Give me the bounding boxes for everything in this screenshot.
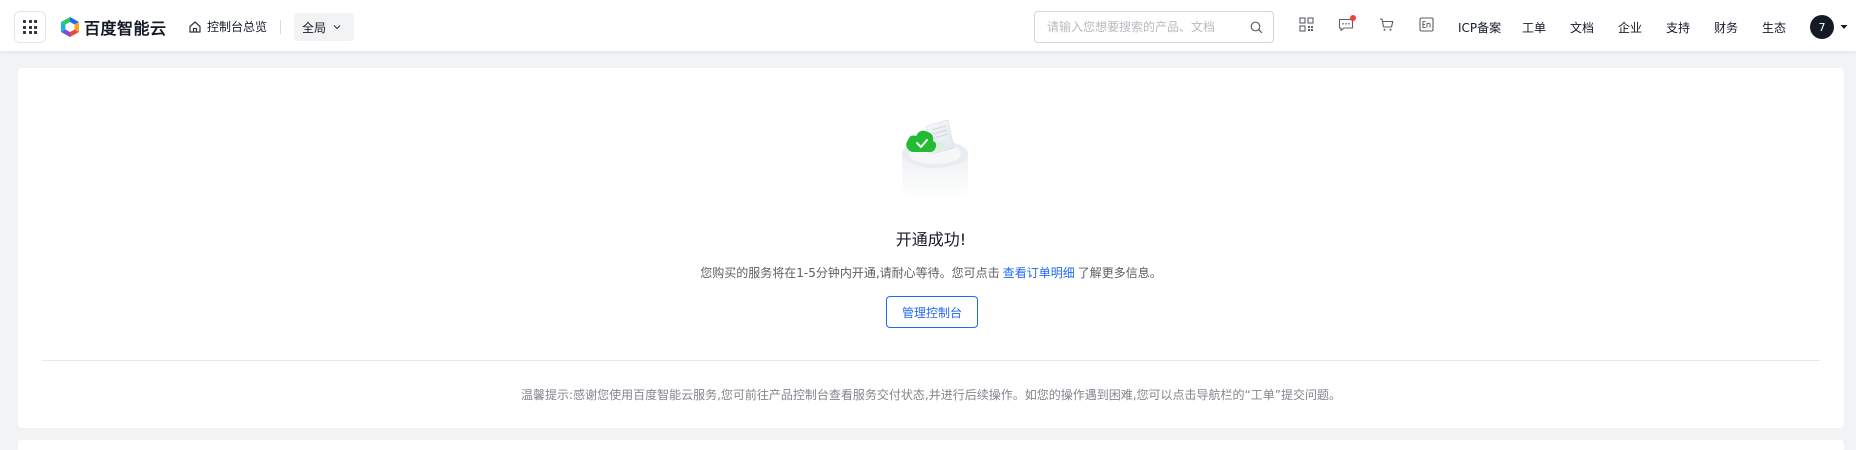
grid-icon xyxy=(23,20,37,34)
cube-logo-icon xyxy=(61,17,79,37)
nav-icp[interactable]: ICP备案 xyxy=(1458,19,1501,36)
notification-dot xyxy=(1350,15,1356,21)
caret-down-icon[interactable] xyxy=(1840,24,1848,30)
desc-prefix: 您购买的服务将在1-5分钟内开通,请耐心等待。您可点击 xyxy=(700,266,1000,280)
nav-docs[interactable]: 文档 xyxy=(1570,19,1594,36)
order-detail-link[interactable]: 查看订单明细 xyxy=(1003,266,1075,280)
avatar[interactable]: 7 xyxy=(1810,15,1834,39)
overview-label: 控制台总览 xyxy=(207,20,268,34)
tip-text: 温馨提示:感谢您使用百度智能云服务,您可前往产品控制台查看服务交付状态,并进行后… xyxy=(521,388,1341,402)
region-label: 全局 xyxy=(302,20,327,35)
avatar-label: 7 xyxy=(1818,20,1826,34)
qrcode-icon[interactable] xyxy=(1299,17,1314,32)
next-card-edge xyxy=(18,440,1844,450)
search-input[interactable] xyxy=(1047,20,1243,34)
nav-support[interactable]: 支持 xyxy=(1666,19,1690,36)
brand-name: 百度智能云 xyxy=(84,19,167,38)
divider xyxy=(42,360,1820,361)
success-cloud-illustration xyxy=(902,119,968,200)
top-navigation-bar: 百度智能云 控制台总览 全局 请输入您想要搜索的产品、文档 ICP备案 工单 文… xyxy=(0,0,1856,52)
divider xyxy=(280,20,281,34)
nav-finance[interactable]: 财务 xyxy=(1714,19,1738,36)
success-title: 开通成功! xyxy=(895,230,967,249)
console-overview-link[interactable]: 控制台总览 xyxy=(188,18,267,35)
result-card: 开通成功! 您购买的服务将在1-5分钟内开通,请耐心等待。您可点击 查看订单明细了… xyxy=(18,68,1844,428)
manage-console-button[interactable]: 管理控制台 xyxy=(886,296,978,328)
success-description: 您购买的服务将在1-5分钟内开通,请耐心等待。您可点击 查看订单明细 了解更多信息。 xyxy=(18,264,1844,281)
nav-ticket[interactable]: 工单 xyxy=(1522,19,1546,36)
cart-icon[interactable] xyxy=(1379,17,1394,32)
brand-logo[interactable]: 百度智能云 xyxy=(60,15,167,39)
nav-enterprise[interactable]: 企业 xyxy=(1618,19,1642,36)
search-box xyxy=(1034,11,1274,43)
desc-suffix: 了解更多信息。 xyxy=(1077,266,1162,280)
home-icon xyxy=(189,20,201,33)
search-icon[interactable] xyxy=(1250,21,1263,34)
chevron-down-icon xyxy=(333,25,341,30)
region-selector[interactable]: 全局 xyxy=(294,13,354,41)
language-icon[interactable] xyxy=(1419,17,1434,32)
apps-menu-button[interactable] xyxy=(14,11,46,43)
nav-ecosystem[interactable]: 生态 xyxy=(1762,19,1786,36)
